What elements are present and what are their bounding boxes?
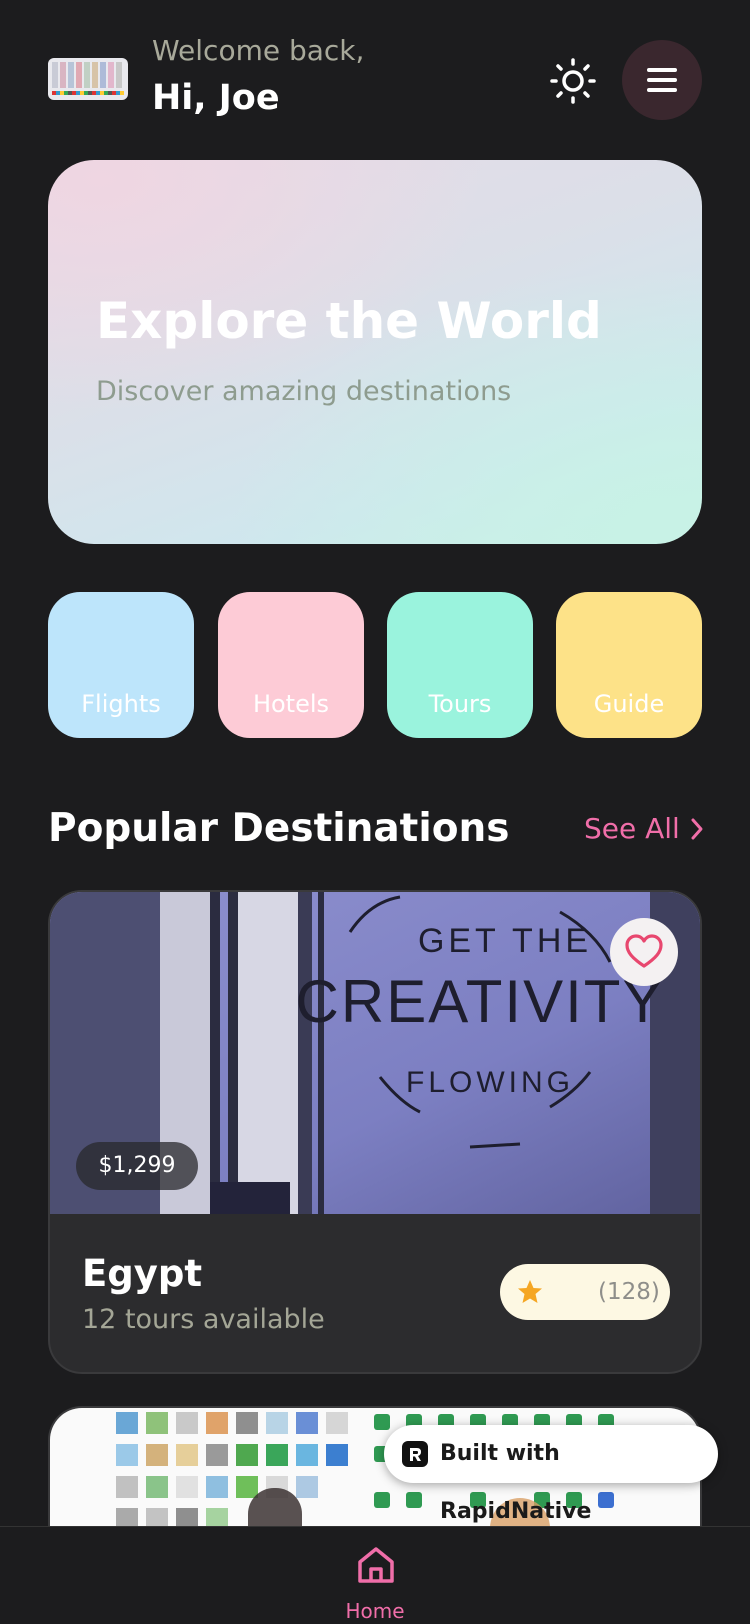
category-flights[interactable]: Flights	[48, 592, 194, 738]
hero-subtitle: Discover amazing destinations	[96, 376, 512, 407]
rating-badge: (128)	[500, 1264, 670, 1320]
theme-toggle-button[interactable]	[548, 56, 598, 106]
section-title: Popular Destinations	[48, 806, 510, 851]
tab-home[interactable]: Home	[300, 1527, 450, 1624]
hero-title: Explore the World	[96, 292, 602, 350]
destination-card[interactable]: GET THE CREATIVITY FLOWING $1,299 Egypt …	[48, 890, 702, 1374]
destination-tours: 12 tours available	[82, 1304, 325, 1335]
menu-button[interactable]	[622, 40, 702, 120]
destination-image: GET THE CREATIVITY FLOWING $1,299	[50, 892, 700, 1214]
bottom-tab-bar: Home	[0, 1526, 750, 1624]
see-all-label: See All	[584, 812, 680, 845]
hero-banner[interactable]: Explore the World Discover amazing desti…	[48, 160, 702, 544]
see-all-link[interactable]: See All	[584, 812, 704, 845]
category-hotels[interactable]: Hotels	[218, 592, 364, 738]
home-icon	[358, 1547, 394, 1583]
category-tours[interactable]: Tours	[387, 592, 533, 738]
favorite-button[interactable]	[610, 918, 678, 986]
avatar[interactable]	[48, 58, 128, 100]
badge-label: Built with RapidNative	[440, 1441, 592, 1524]
image-text-get: GET THE	[418, 922, 592, 960]
category-label: Flights	[81, 690, 161, 718]
built-with-badge[interactable]: Built with RapidNative	[384, 1425, 718, 1524]
rating-count: (128)	[598, 1279, 660, 1305]
header: Welcome back, Hi, Joe	[0, 0, 750, 150]
sun-icon	[550, 58, 596, 104]
image-text-flowing: FLOWING	[406, 1066, 574, 1099]
category-label: Tours	[428, 690, 492, 718]
rapidnative-logo-icon	[402, 1441, 428, 1467]
category-label: Guide	[593, 690, 665, 718]
star-icon	[518, 1280, 542, 1303]
welcome-text: Welcome back,	[152, 34, 365, 67]
category-label: Hotels	[252, 690, 330, 718]
price-badge: $1,299	[76, 1142, 198, 1190]
category-guide[interactable]: Guide	[556, 592, 702, 738]
heart-icon	[625, 934, 663, 968]
tab-home-label: Home	[345, 1599, 405, 1623]
chevron-right-icon	[691, 818, 703, 839]
destination-name: Egypt	[82, 1252, 203, 1295]
user-greeting: Hi, Joe	[152, 78, 280, 118]
